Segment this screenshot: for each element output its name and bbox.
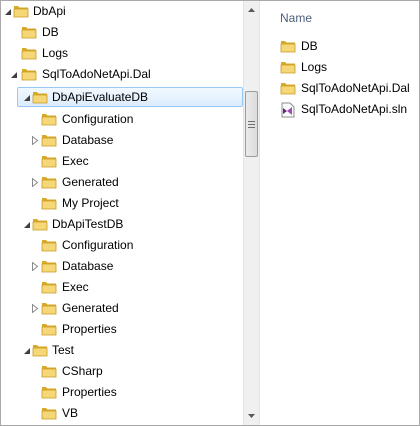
tree-item-label: Configuration <box>62 238 134 252</box>
tree-item-label: DbApi <box>33 4 66 18</box>
explorer-window: DbApi DB Logs SqlToAdoNetApi.Dal DbApiEv… <box>0 0 420 426</box>
grip-line <box>248 123 255 125</box>
expanded-arrow-icon[interactable] <box>22 346 31 355</box>
tree-item-dbapievaluatedb[interactable]: DbApiEvaluateDB <box>1 87 243 108</box>
folder-icon <box>21 67 37 81</box>
tree-item-label: DB <box>42 25 59 39</box>
folder-icon <box>32 217 48 231</box>
list-item-label: SqlToAdoNetApi.sln <box>301 102 408 116</box>
expanded-arrow-icon[interactable] <box>3 7 12 16</box>
tree-item-label: SqlToAdoNetApi.Dal <box>42 67 151 81</box>
folder-icon <box>41 322 57 336</box>
tree-item-properties[interactable]: Properties <box>1 382 243 403</box>
folder-icon <box>41 175 57 189</box>
tree-item-test[interactable]: Test <box>1 340 243 361</box>
tree-item-label: Properties <box>62 322 117 336</box>
tree-item-csharp[interactable]: CSharp <box>1 361 243 382</box>
tree-item-label: Configuration <box>62 112 134 126</box>
folder-icon <box>41 406 57 420</box>
folder-icon <box>32 90 48 104</box>
tree-item-exec[interactable]: Exec <box>1 151 243 172</box>
tree-item-database[interactable]: Database <box>1 130 243 151</box>
tree-item-label: Database <box>62 259 114 273</box>
tree-item-label: DbApiEvaluateDB <box>52 90 149 104</box>
grip-line <box>248 120 255 122</box>
collapsed-arrow-icon[interactable] <box>30 178 39 187</box>
folder-icon <box>21 25 37 39</box>
folder-icon <box>41 385 57 399</box>
list-item-db[interactable]: DB <box>280 36 419 57</box>
tree-item-vb[interactable]: VB <box>1 403 243 424</box>
tree-item-sqltoadonetapi-dal[interactable]: SqlToAdoNetApi.Dal <box>1 64 243 85</box>
tree-item-generated[interactable]: Generated <box>1 298 243 319</box>
folder-icon <box>41 133 57 147</box>
folder-icon <box>41 112 57 126</box>
tree-item-configuration[interactable]: Configuration <box>1 235 243 256</box>
column-header-name[interactable]: Name <box>280 11 312 25</box>
list-item-label: DB <box>301 39 318 53</box>
expanded-arrow-icon[interactable] <box>22 220 31 229</box>
collapsed-arrow-icon[interactable] <box>30 136 39 145</box>
tree-item-logs[interactable]: Logs <box>1 43 243 64</box>
folder-icon <box>41 301 57 315</box>
folder-icon <box>41 259 57 273</box>
tree-item-label: Logs <box>42 46 69 60</box>
tree-item-db[interactable]: DB <box>1 22 243 43</box>
folder-icon <box>41 154 57 168</box>
tree-item-label: My Project <box>62 196 119 210</box>
tree-item-database[interactable]: Database <box>1 256 243 277</box>
list-item-sqltoadonetapi-sln[interactable]: SqlToAdoNetApi.sln <box>280 99 419 121</box>
folder-icon <box>280 81 296 95</box>
tree-item-label: Properties <box>62 385 117 399</box>
folder-icon <box>41 196 57 210</box>
scroll-down-arrow-icon[interactable] <box>244 407 259 424</box>
tree-item-dbapitestdb[interactable]: DbApiTestDB <box>1 214 243 235</box>
tree-item-label: Generated <box>62 175 119 189</box>
tree-vertical-scrollbar[interactable] <box>243 1 260 425</box>
tree-item-properties[interactable]: Properties <box>1 319 243 340</box>
list-item-sqltoadonetapi-dal[interactable]: SqlToAdoNetApi.Dal <box>280 78 419 99</box>
collapsed-arrow-icon[interactable] <box>30 262 39 271</box>
folder-icon <box>13 4 29 18</box>
tree-item-label: Test <box>52 343 75 357</box>
list-item-label: SqlToAdoNetApi.Dal <box>301 81 410 95</box>
grip-line <box>248 126 255 128</box>
folder-icon <box>41 280 57 294</box>
navigation-tree[interactable]: DbApi DB Logs SqlToAdoNetApi.Dal DbApiEv… <box>1 1 243 425</box>
solution-file-icon <box>280 102 296 121</box>
tree-item-label: Database <box>62 133 114 147</box>
expanded-arrow-icon[interactable] <box>9 70 18 79</box>
tree-item-label: Generated <box>62 301 119 315</box>
tree-item-label: DbApiTestDB <box>52 217 124 231</box>
scroll-up-arrow-icon[interactable] <box>244 1 259 18</box>
folder-icon <box>41 364 57 378</box>
folder-icon <box>280 60 296 74</box>
tree-item-label: CSharp <box>62 364 103 378</box>
tree-item-label: Exec <box>62 280 89 294</box>
folder-icon <box>21 46 37 60</box>
tree-item-exec[interactable]: Exec <box>1 277 243 298</box>
collapsed-arrow-icon[interactable] <box>30 304 39 313</box>
tree-item-label: Exec <box>62 154 89 168</box>
tree-item-generated[interactable]: Generated <box>1 172 243 193</box>
folder-icon <box>41 238 57 252</box>
tree-item-my-project[interactable]: My Project <box>1 193 243 214</box>
tree-item-label: VB <box>62 406 79 420</box>
list-item-logs[interactable]: Logs <box>280 57 419 78</box>
folder-icon <box>32 343 48 357</box>
tree-item-dbapi[interactable]: DbApi <box>1 1 243 22</box>
folder-icon <box>280 39 296 53</box>
expanded-arrow-icon[interactable] <box>22 93 31 102</box>
tree-item-configuration[interactable]: Configuration <box>1 109 243 130</box>
list-item-label: Logs <box>301 60 328 74</box>
scrollbar-thumb[interactable] <box>245 91 258 157</box>
file-list[interactable]: Name DB Logs SqlToAdoNetApi.Dal SqlToAdo… <box>260 1 419 425</box>
